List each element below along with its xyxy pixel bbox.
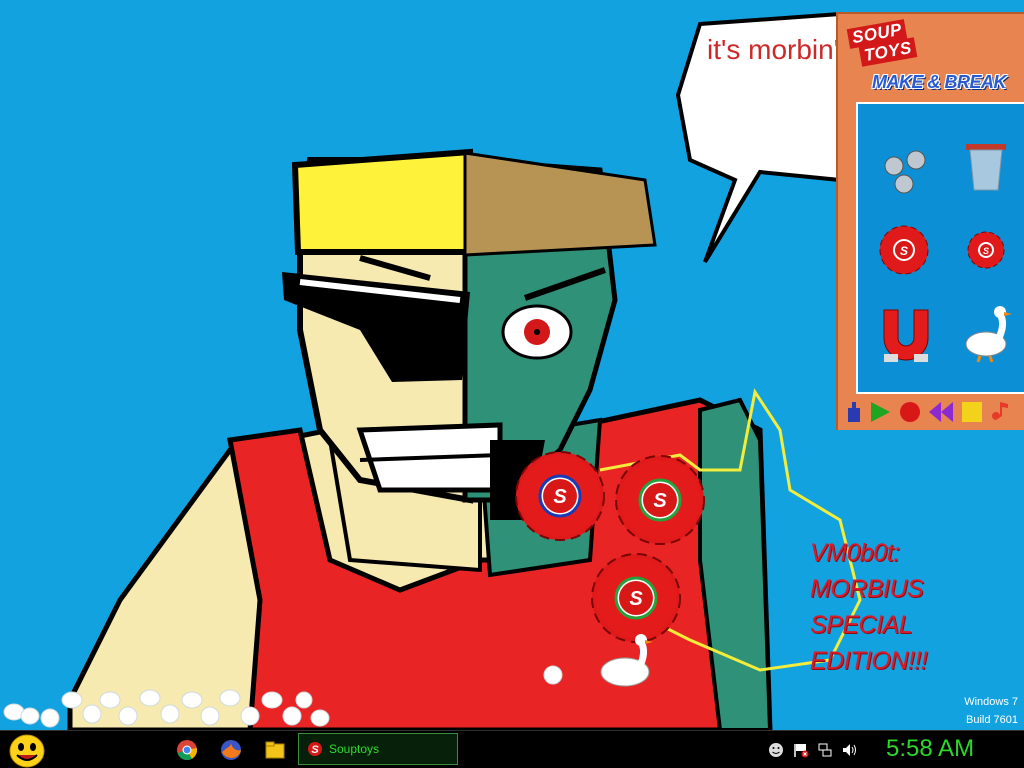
flag-icon[interactable] <box>793 742 809 758</box>
rewind-icon[interactable] <box>928 400 954 424</box>
start-button[interactable] <box>8 734 46 768</box>
record-icon[interactable] <box>898 400 922 424</box>
smiley-icon[interactable] <box>768 742 784 758</box>
svg-text:S: S <box>311 744 319 756</box>
stop-icon[interactable] <box>960 400 984 424</box>
taskbar-button-label: Souptoys <box>329 742 380 756</box>
small-cog-icon[interactable]: S <box>964 228 1008 272</box>
chrome-icon[interactable] <box>175 738 199 762</box>
souptoys-app-icon: S <box>308 742 322 756</box>
firefox-icon[interactable] <box>219 738 243 762</box>
taskbar-clock[interactable]: 5:58 AM <box>886 735 974 763</box>
volume-icon[interactable] <box>841 742 857 758</box>
windows-build-watermark: Windows 7 Build 7601 <box>964 696 1018 726</box>
svg-text:S: S <box>900 244 908 258</box>
goose-icon[interactable] <box>600 634 653 687</box>
ball-bearings-icon[interactable] <box>880 146 936 202</box>
bucket-icon[interactable] <box>962 140 1012 200</box>
pump-icon[interactable] <box>844 400 864 424</box>
explorer-icon[interactable] <box>263 738 287 762</box>
magnet-icon[interactable] <box>876 302 936 372</box>
play-icon[interactable] <box>868 400 892 424</box>
toy-palette: S S <box>856 102 1024 394</box>
speech-bubble-text: it's morbin' time <box>707 34 837 65</box>
network-icon[interactable] <box>817 742 833 758</box>
souptoys-taskbar-button[interactable]: S Souptoys <box>298 733 458 765</box>
big-cog-icon[interactable]: S <box>876 222 932 278</box>
cog-icon[interactable] <box>515 451 605 541</box>
taskbar: S Souptoys 5:58 AM <box>0 730 1024 768</box>
make-break-heading: MAKE & BREAK <box>872 72 1007 92</box>
cog-icon[interactable] <box>591 553 681 643</box>
souptoys-window[interactable]: SOUP TOYS MAKE & BREAK S S <box>836 12 1024 430</box>
morbius-edition-text: VM0b0t: MORBIUS SPECIAL EDITION!!! <box>810 539 928 675</box>
goose-icon[interactable] <box>960 304 1016 364</box>
souptoys-logo: SOUP TOYS <box>846 18 918 68</box>
cog-icon[interactable] <box>615 455 705 545</box>
souptoys-toolbar <box>842 398 1024 426</box>
svg-text:S: S <box>983 246 989 256</box>
note-icon[interactable] <box>990 400 1012 424</box>
